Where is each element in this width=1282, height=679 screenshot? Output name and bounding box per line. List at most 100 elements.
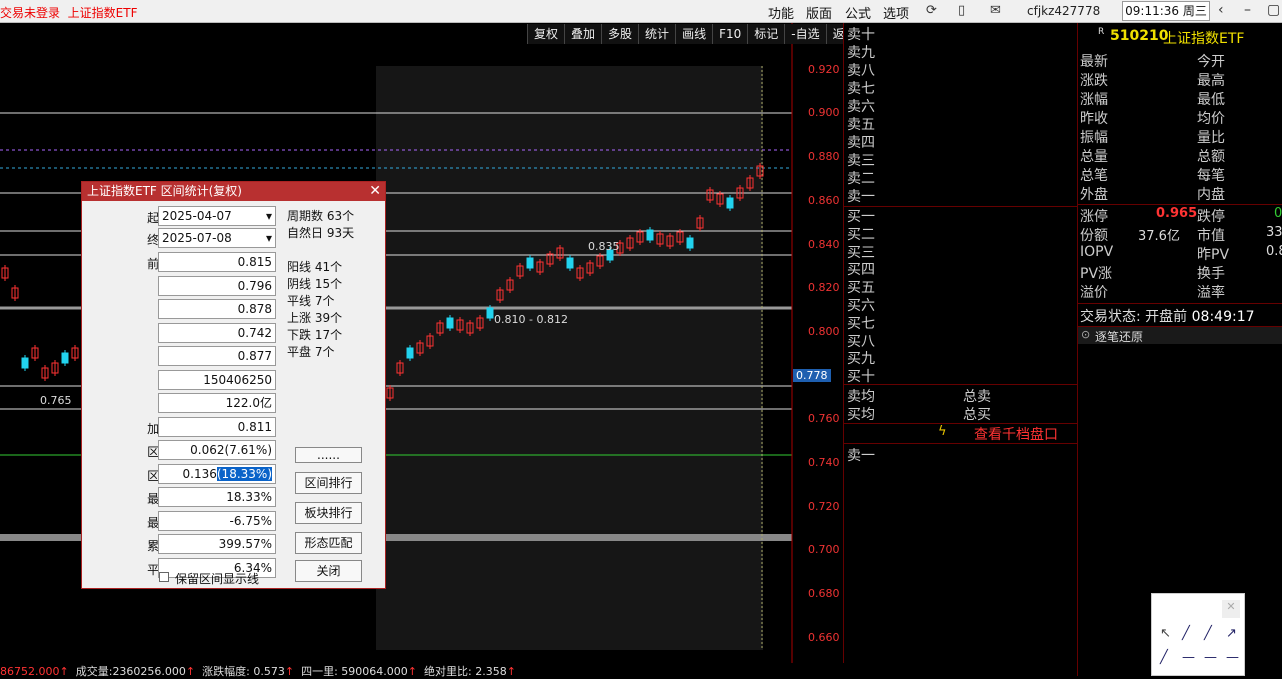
toolbar-restore-rights[interactable]: 复权: [527, 24, 565, 44]
refresh-icon[interactable]: ⟳: [926, 3, 937, 18]
stat-value-text: 0.136: [182, 466, 217, 481]
chevron-down-icon[interactable]: ▾: [266, 229, 272, 247]
restore-bar[interactable]: ⊙ 逐笔还原: [1078, 326, 1282, 344]
amp-highlight: (18.33%): [216, 466, 272, 481]
toolbar-f10[interactable]: F10: [712, 24, 748, 44]
divider: [1078, 303, 1282, 304]
stat-value[interactable]: 0.811: [158, 416, 276, 437]
info-label: 均价: [1197, 111, 1225, 127]
drawing-tools-palette[interactable]: ✕ ↖ ╱ ╱ ↗ ╱ — — —: [1151, 593, 1245, 676]
stat-value[interactable]: 0.796: [158, 275, 276, 296]
stat-value-text: 0.062(7.61%): [190, 443, 272, 457]
stat-value[interactable]: -6.75%: [158, 510, 276, 531]
range-rank-button[interactable]: 区间排行: [295, 472, 362, 494]
chevron-down-icon[interactable]: ▾: [266, 207, 272, 225]
arrow-line-icon[interactable]: ↗: [1226, 626, 1237, 641]
collapse-icon[interactable]: ⊙: [1081, 328, 1090, 341]
shares-label: 份额: [1080, 228, 1108, 244]
stat-value[interactable]: 122.0亿: [158, 393, 276, 413]
sell-level: 卖二: [847, 171, 875, 187]
candle-body: [686, 237, 694, 249]
stat-value-text: 0.815: [237, 255, 272, 269]
axis-label: 0.900: [808, 106, 840, 119]
stat-value[interactable]: 0.815: [158, 252, 276, 272]
stat-value[interactable]: 150406250: [158, 369, 276, 390]
pointer-icon[interactable]: ↖: [1160, 626, 1171, 641]
pattern-match-button[interactable]: 形态匹配: [295, 532, 362, 554]
toolbar-overlay[interactable]: 叠加: [564, 24, 602, 44]
close-icon[interactable]: ✕: [1222, 600, 1240, 618]
end-time-row: 终止时间 2025-07-08▾: [82, 228, 277, 250]
axis-label: 0.920: [808, 63, 840, 76]
hline2-icon[interactable]: —: [1204, 650, 1217, 665]
menu-layout[interactable]: 版面: [806, 3, 832, 22]
mktcap-value: 33: [1266, 225, 1282, 240]
stat-value[interactable]: 0.878: [158, 299, 276, 319]
pv-change-label: PV涨: [1080, 266, 1113, 282]
stat-up: 上涨 39个: [287, 311, 343, 325]
axis-label: 0.760: [808, 412, 840, 425]
toolbar-draw[interactable]: 画线: [675, 24, 713, 44]
back-icon[interactable]: ‹: [1218, 2, 1224, 18]
stat-row: 区间振幅0.136(18.33%): [82, 463, 277, 486]
sell-level: 卖一: [847, 189, 875, 205]
toolbar-watchlist[interactable]: -自选: [784, 24, 826, 44]
close-icon[interactable]: ✕: [369, 182, 381, 201]
prev-iopv-value: 0.8: [1266, 244, 1282, 259]
low-label: 0.765: [40, 394, 72, 407]
status-text: 交易未登录 上证指数ETF: [0, 6, 138, 20]
sell-level: 卖九: [847, 45, 875, 61]
stat-days: 自然日 93天: [287, 226, 355, 240]
stat-value[interactable]: 0.136(18.33%): [158, 463, 276, 484]
segment-icon[interactable]: ╱: [1160, 650, 1168, 665]
info-label: 总笔: [1080, 168, 1108, 184]
sell-one-label: 卖一: [847, 448, 875, 464]
stat-value[interactable]: 399.57%: [158, 534, 276, 554]
menu-function[interactable]: 功能: [768, 3, 794, 22]
candle-body: [646, 229, 654, 241]
end-date-input[interactable]: 2025-07-08 ▾: [158, 228, 276, 248]
order-book: 卖十 卖九 卖八 卖七 卖六 卖五 卖四 卖三 卖二 卖一 买一 买二 买三 买四 买五 买六 买七 买八 买九买…: [843, 23, 1077, 663]
menu-options[interactable]: 选项: [883, 3, 909, 22]
stat-down: 下跌 17个: [287, 328, 343, 342]
sell-level: 卖十: [847, 27, 875, 43]
restore-icon[interactable]: ▢: [1267, 2, 1280, 18]
sector-rank-button[interactable]: 板块排行: [295, 502, 362, 524]
stat-value[interactable]: 0.742: [158, 322, 276, 343]
info-label: 今开: [1197, 54, 1225, 70]
hline3-icon[interactable]: —: [1226, 650, 1239, 665]
more-button[interactable]: ......: [295, 447, 362, 463]
premium-label: 溢价: [1080, 285, 1108, 301]
toolbar-stats[interactable]: 统计: [638, 24, 676, 44]
stat-value[interactable]: 0.062(7.61%): [158, 440, 276, 460]
toolbar-multi[interactable]: 多股: [601, 24, 639, 44]
sell-level: 卖七: [847, 81, 875, 97]
stat-value[interactable]: 0.877: [158, 346, 276, 366]
start-date-input[interactable]: 2025-04-07 ▾: [158, 206, 276, 226]
menu-formula[interactable]: 公式: [845, 3, 871, 22]
stat-value-text: 18.33%: [226, 490, 272, 504]
keep-range-checkbox[interactable]: [159, 572, 169, 582]
stat-value[interactable]: 18.33%: [158, 487, 276, 507]
bottom-amp-label: 涨跌幅度:: [202, 665, 250, 678]
view-thousand-link[interactable]: 查看千档盘口: [974, 424, 1058, 444]
shares-value: 37.6亿: [1138, 229, 1180, 244]
divider: [844, 206, 1077, 207]
range-stats-dialog[interactable]: 上证指数ETF 区间统计(复权)✕ 起始时间 2025-04-07▾ 终止时间 …: [81, 181, 386, 589]
close-button[interactable]: 关闭: [295, 560, 362, 582]
candle-body: [406, 347, 414, 359]
divider: [1078, 204, 1282, 205]
iopv-label: IOPV: [1080, 244, 1114, 260]
phone-icon[interactable]: ▯: [958, 3, 965, 18]
divider: [844, 384, 1077, 385]
minimize-icon[interactable]: –: [1244, 2, 1251, 18]
username[interactable]: cfjkz427778: [1027, 4, 1100, 18]
bottom-ratio-label: 绝对里比:: [424, 665, 472, 678]
ray-icon[interactable]: ╱: [1204, 626, 1212, 641]
hline-icon[interactable]: —: [1182, 650, 1195, 665]
toolbar-mark[interactable]: 标记: [747, 24, 785, 44]
mail-icon[interactable]: ✉: [990, 3, 1001, 18]
line-icon[interactable]: ╱: [1182, 626, 1190, 641]
axis-label: 0.820: [808, 281, 840, 294]
info-label: 最高: [1197, 73, 1225, 89]
